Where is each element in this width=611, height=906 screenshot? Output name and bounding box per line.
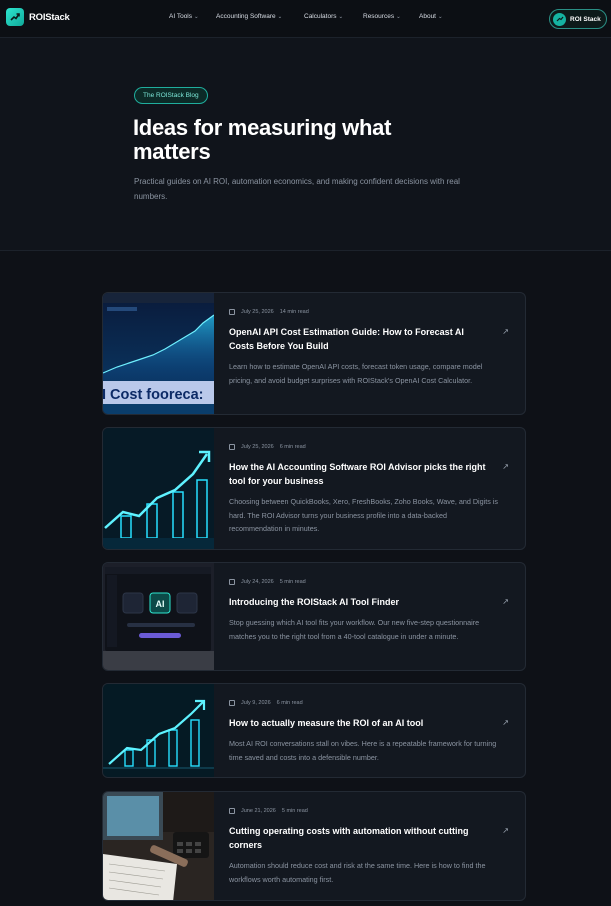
cta-label: ROI Stack [570, 15, 601, 23]
nav-accounting-software[interactable]: Accounting Software ⌄ [216, 13, 304, 20]
trend-up-icon [6, 8, 24, 26]
post-content: July 24, 2026 5 min read Introducing the… [229, 578, 511, 643]
post-card[interactable]: I Cost fooreca: July 25, 2026 14 min rea… [102, 292, 526, 415]
nav-label: Accounting Software [216, 13, 276, 20]
chevron-down-icon: ⌄ [438, 13, 443, 20]
post-card[interactable]: July 9, 2026 6 min read How to actually … [102, 683, 526, 778]
post-card[interactable]: July 25, 2026 6 min read How the AI Acco… [102, 427, 526, 550]
arrow-up-right-icon[interactable]: ↗ [502, 327, 509, 336]
calendar-icon [229, 808, 235, 814]
calendar-icon [229, 700, 235, 706]
post-title[interactable]: Introducing the ROIStack AI Tool Finder [229, 595, 491, 609]
brand-name: ROIStack [29, 11, 70, 23]
blog-badge: The ROIStack Blog [134, 87, 208, 104]
page-subtitle: Practical guides on AI ROI, automation e… [134, 177, 460, 201]
trend-up-icon [553, 12, 566, 26]
post-meta: July 24, 2026 5 min read [229, 578, 511, 586]
nav-label: Resources [363, 13, 395, 20]
nav-label: About [419, 13, 436, 20]
post-excerpt: Choosing between QuickBooks, Xero, Fresh… [229, 497, 498, 533]
ai-badge: AI [156, 599, 165, 609]
nav-links: AI Tools ⌄ Accounting Software ⌄ Calculato… [169, 13, 443, 20]
arrow-up-right-icon[interactable]: ↗ [502, 826, 509, 835]
post-date: June 21, 2026 [241, 808, 276, 814]
post-card[interactable]: June 21, 2026 5 min read Cutting operati… [102, 791, 526, 901]
nav-about[interactable]: About ⌄ [419, 13, 443, 20]
chevron-down-icon: ⌄ [396, 13, 401, 20]
arrow-up-right-icon[interactable]: ↗ [502, 597, 509, 606]
arrow-up-right-icon[interactable]: ↗ [502, 718, 509, 727]
calendar-icon [229, 579, 235, 585]
post-card[interactable]: AI July 24, 2026 5 min read Introducing … [102, 562, 526, 671]
post-read-time: 6 min read [276, 700, 303, 706]
chevron-down-icon: ⌄ [194, 13, 199, 20]
nav-calculators[interactable]: Calculators ⌄ [304, 13, 363, 20]
post-title[interactable]: How to actually measure the ROI of an AI… [229, 716, 491, 730]
post-meta: July 25, 2026 6 min read [229, 443, 511, 451]
post-content: June 21, 2026 5 min read Cutting operati… [229, 807, 511, 886]
post-read-time: 14 min read [279, 309, 309, 315]
hero-section: The ROIStack Blog Ideas for measuring wh… [0, 38, 611, 251]
post-excerpt: Most AI ROI conversations stall on vibes… [229, 739, 497, 762]
post-excerpt: Stop guessing which AI tool fits your wo… [229, 618, 480, 641]
post-title[interactable]: OpenAI API Cost Estimation Guide: How to… [229, 325, 491, 353]
post-meta: June 21, 2026 5 min read [229, 807, 511, 815]
post-title[interactable]: How the AI Accounting Software ROI Advis… [229, 460, 491, 488]
post-thumbnail [103, 792, 214, 900]
page-title: Ideas for measuring what matters [133, 115, 392, 164]
post-content: July 25, 2026 14 min read OpenAI API Cos… [229, 308, 511, 387]
nav-label: Calculators [304, 13, 337, 20]
nav-label: AI Tools [169, 13, 193, 20]
post-content: July 9, 2026 6 min read How to actually … [229, 699, 511, 764]
chevron-down-icon: ⌄ [277, 13, 283, 20]
nav-ai-tools[interactable]: AI Tools ⌄ [169, 13, 216, 20]
post-meta: July 9, 2026 6 min read [229, 699, 511, 707]
calendar-icon [229, 309, 235, 315]
post-date: July 25, 2026 [241, 444, 274, 450]
post-date: July 9, 2026 [241, 700, 271, 706]
post-thumbnail [103, 428, 214, 549]
brand-logo[interactable]: ROIStack [6, 8, 70, 26]
arrow-up-right-icon[interactable]: ↗ [502, 462, 509, 471]
post-date: July 25, 2026 [241, 309, 274, 315]
nav-resources[interactable]: Resources ⌄ [363, 13, 419, 20]
post-thumbnail [103, 684, 214, 777]
calendar-icon [229, 444, 235, 450]
top-nav: ROIStack AI Tools ⌄ Accounting Software ⌄ … [0, 0, 611, 38]
post-excerpt: Learn how to estimate OpenAI API costs, … [229, 362, 483, 385]
chevron-down-icon: ⌄ [338, 13, 344, 20]
post-excerpt: Automation should reduce cost and risk a… [229, 861, 486, 884]
roi-stack-button[interactable]: ROI Stack [549, 9, 607, 29]
post-content: July 25, 2026 6 min read How the AI Acco… [229, 443, 511, 536]
post-read-time: 6 min read [279, 444, 306, 450]
post-thumbnail: I Cost fooreca: [103, 293, 214, 414]
post-read-time: 5 min read [281, 808, 308, 814]
thumbnail-caption: I Cost fooreca: [103, 387, 204, 403]
post-thumbnail: AI [103, 563, 214, 670]
post-title[interactable]: Cutting operating costs with automation … [229, 824, 491, 852]
post-date: July 24, 2026 [241, 579, 274, 585]
post-meta: July 25, 2026 14 min read [229, 308, 511, 316]
post-read-time: 5 min read [279, 579, 306, 585]
